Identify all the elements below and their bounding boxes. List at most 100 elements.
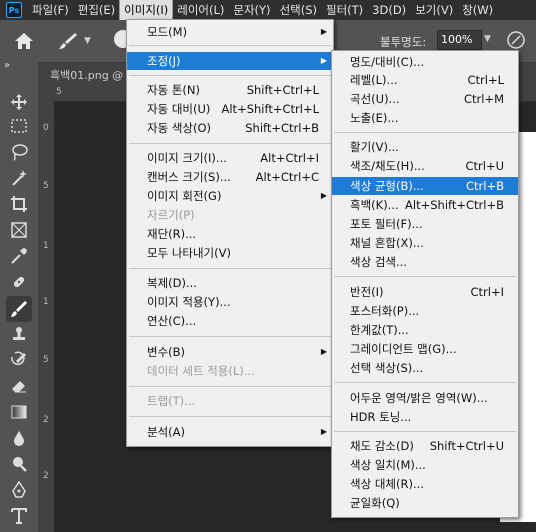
ruler-mark: 0 (43, 123, 49, 133)
opacity-input[interactable]: 100% (437, 30, 482, 50)
menu-separator (129, 143, 331, 144)
menu-item-channel-mixer[interactable]: 채널 혼합(X)... (332, 234, 518, 252)
pen-icon[interactable] (9, 480, 29, 500)
ruler-mark: 2 (43, 415, 49, 425)
menu-item-trim[interactable]: 재단(R)... (127, 225, 333, 243)
menu-item-apply-image[interactable]: 이미지 적용(Y)... (127, 293, 333, 311)
menu-item-auto-tone[interactable]: 자동 톤(N) Shift+Ctrl+L (127, 81, 333, 99)
move-icon[interactable] (9, 92, 29, 112)
history-brush-icon[interactable] (9, 350, 29, 370)
menu-item-color-lookup[interactable]: 색상 검색... (332, 253, 518, 271)
menu-item-brightness-contrast[interactable]: 명도/대비(C)... (332, 53, 518, 71)
menu-item-gradient-map[interactable]: 그레이디언트 맵(G)... (332, 340, 518, 358)
menu-item-auto-color[interactable]: 자동 색상(O) Shift+Ctrl+B (127, 119, 333, 137)
menu-bar: Ps 파일(F) 편집(E) 이미지(I) 레이어(L) 문자(Y) 선택(S)… (0, 0, 536, 21)
opacity-label: 불투명도: (380, 35, 427, 49)
ruler-mark: 2 (43, 471, 49, 481)
type-icon[interactable] (9, 506, 29, 526)
menu-item-shadows-highlights[interactable]: 어두운 영역/밝은 영역(W)... (332, 389, 518, 407)
menu-item-vibrance[interactable]: 활기(V)... (332, 138, 518, 156)
brush-icon[interactable] (6, 296, 32, 322)
healing-brush-icon[interactable] (9, 272, 29, 292)
menu-item-match-color[interactable]: 색상 일치(M)... (332, 456, 518, 474)
document-tab[interactable]: 흑백01.png @ (50, 67, 123, 83)
photoshop-logo[interactable]: Ps (6, 2, 22, 18)
menu-item-hue-saturation[interactable]: 색조/채도(H)... Ctrl+U (332, 157, 518, 175)
eraser-icon[interactable] (9, 376, 29, 396)
tools-panel: » (0, 60, 39, 532)
lasso-icon[interactable] (9, 142, 29, 162)
submenu-arrow-icon: ▶ (320, 347, 327, 356)
gradient-icon[interactable] (9, 402, 29, 422)
dodge-icon[interactable] (9, 454, 29, 474)
menu-item-analysis[interactable]: 분석(A) ▶ (127, 423, 333, 441)
menu-item-hdr-toning[interactable]: HDR 토닝... (332, 408, 518, 426)
menu-select[interactable]: 선택(S) (276, 0, 321, 20)
brush-preset-icon[interactable] (58, 32, 78, 50)
menu-item-posterize[interactable]: 포스터화(P)... (332, 302, 518, 320)
menu-item-image-size[interactable]: 이미지 크기(I)... Alt+Ctrl+I (127, 149, 333, 167)
opacity-chevron-icon[interactable]: ▼ (484, 34, 491, 44)
chevron-down-icon[interactable]: ▼ (84, 36, 91, 46)
menu-item-trap: 트랩(T)... (147, 394, 196, 408)
image-menu-dropdown: 모드(M) ▶ 조정(J) ▶ 자동 톤(N) Shift+Ctrl+L 자동 대비(… (126, 19, 334, 447)
menu-separator (334, 431, 516, 432)
menu-separator (129, 268, 331, 269)
menu-item-selective-color[interactable]: 선택 색상(S)... (332, 359, 518, 377)
menu-view[interactable]: 보기(V) (411, 0, 457, 20)
menu-item-mode[interactable]: 모드(M) ▶ (127, 23, 333, 41)
submenu-arrow-icon: ▶ (320, 56, 327, 65)
menu-item-desaturate[interactable]: 채도 감소(D) Shift+Ctrl+U (332, 437, 518, 455)
panel-expand-icon[interactable]: » (4, 60, 10, 71)
menu-item-crop: 자르기(P) (147, 208, 195, 222)
menu-separator (129, 75, 331, 76)
ruler-mark: 1 (43, 241, 49, 251)
menu-item-levels[interactable]: 레벨(L)... Ctrl+L (332, 71, 518, 89)
eyedropper-icon[interactable] (9, 246, 29, 266)
pressure-opacity-icon[interactable] (506, 30, 526, 50)
menu-separator (334, 382, 516, 383)
menu-item-replace-color[interactable]: 색상 대체(R)... (332, 475, 518, 493)
adjustments-submenu: 명도/대비(C)... 레벨(L)... Ctrl+L 곡선(U)... Ctrl+… (331, 50, 519, 518)
menu-image[interactable]: 이미지(I) (119, 0, 174, 21)
ruler-vertical[interactable]: 0 5 1 1 5 2 2 (38, 101, 55, 532)
submenu-arrow-icon: ▶ (320, 427, 327, 436)
menu-item-reveal-all[interactable]: 모두 나타내기(V) (127, 244, 333, 262)
menu-item-invert[interactable]: 반전(I) Ctrl+I (332, 283, 518, 301)
crop-icon[interactable] (9, 194, 29, 214)
menu-item-image-rotation[interactable]: 이미지 회전(G) ▶ (127, 187, 333, 205)
menu-edit[interactable]: 편집(E) (74, 0, 119, 20)
menu-3d[interactable]: 3D(D) (368, 1, 410, 19)
menu-item-adjustments[interactable]: 조정(J) ▶ (127, 52, 333, 70)
menu-item-threshold[interactable]: 한계값(T)... (332, 321, 518, 339)
magic-wand-icon[interactable] (9, 168, 29, 188)
menu-item-color-balance[interactable]: 색상 균형(B)... Ctrl+B (332, 177, 518, 195)
menu-separator (129, 386, 331, 387)
menu-separator (129, 45, 331, 46)
menu-item-canvas-size[interactable]: 캔버스 크기(S)... Alt+Ctrl+C (127, 168, 333, 186)
marquee-icon[interactable] (9, 116, 29, 136)
menu-separator (334, 132, 516, 133)
menu-filter[interactable]: 필터(T) (322, 0, 367, 20)
menu-window[interactable]: 창(W) (458, 0, 497, 20)
menu-item-auto-contrast[interactable]: 자동 대비(U) Alt+Shift+Ctrl+L (127, 100, 333, 118)
home-icon[interactable] (14, 32, 34, 50)
blur-icon[interactable] (9, 428, 29, 448)
menu-item-equalize[interactable]: 균일화(Q) (332, 494, 518, 512)
ruler-mark: 1 (43, 297, 49, 307)
ruler-mark: 5 (43, 355, 49, 365)
menu-item-duplicate[interactable]: 복제(D)... (127, 274, 333, 292)
menu-file[interactable]: 파일(F) (28, 0, 73, 20)
menu-item-curves[interactable]: 곡선(U)... Ctrl+M (332, 90, 518, 108)
clone-stamp-icon[interactable] (9, 324, 29, 344)
menu-item-photo-filter[interactable]: 포토 필터(F)... (332, 215, 518, 233)
menu-type[interactable]: 문자(Y) (229, 0, 274, 20)
submenu-arrow-icon: ▶ (320, 191, 327, 200)
menu-item-variables[interactable]: 변수(B) ▶ (127, 343, 333, 361)
menu-item-calculations[interactable]: 연산(C)... (127, 312, 333, 330)
menu-item-black-white[interactable]: 흑백(K)... Alt+Shift+Ctrl+B (332, 196, 518, 214)
frame-icon[interactable] (9, 220, 29, 240)
menu-item-exposure[interactable]: 노출(E)... (332, 109, 518, 127)
menu-separator (129, 336, 331, 337)
menu-layer[interactable]: 레이어(L) (173, 0, 228, 20)
